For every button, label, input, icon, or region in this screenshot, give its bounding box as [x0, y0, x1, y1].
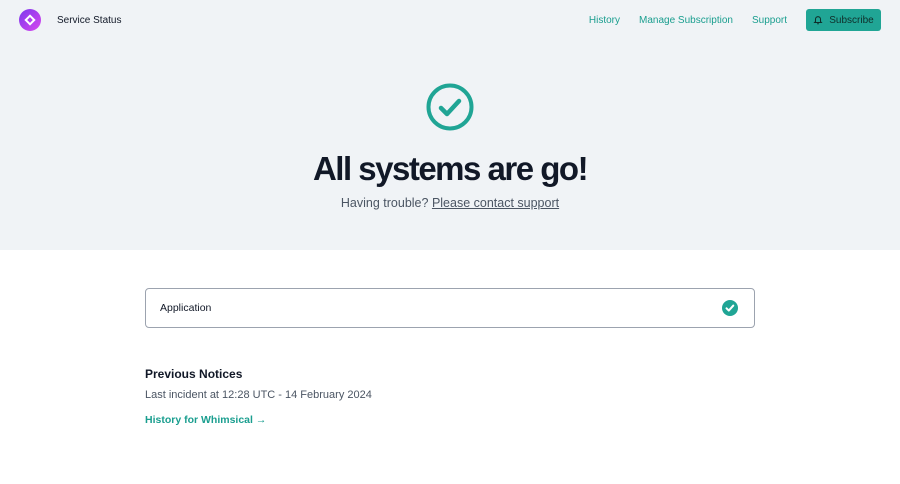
trouble-prefix: Having trouble?	[340, 196, 429, 210]
notices-title: Previous Notices	[145, 367, 243, 381]
check-circle-icon	[426, 83, 474, 131]
trouble-text: Having trouble? Please contact support	[0, 196, 900, 210]
top-nav: Service Status History Manage Subscripti…	[0, 0, 900, 40]
bell-icon	[813, 16, 823, 25]
nav-history[interactable]: History	[589, 15, 620, 26]
last-incident: Last incident at 12:28 UTC - 14 February…	[145, 389, 372, 401]
page-title: All systems are go!	[312, 150, 589, 187]
operational-check-icon	[722, 300, 738, 316]
nav-support[interactable]: Support	[752, 15, 787, 26]
previous-notices: Previous Notices Last incident at 12:28 …	[145, 367, 372, 428]
nav-manage-subscription[interactable]: Manage Subscription	[639, 15, 733, 26]
subscribe-button[interactable]: Subscribe	[806, 9, 881, 31]
contact-support-link[interactable]: Please contact support	[432, 196, 559, 210]
component-row: Application	[145, 288, 755, 328]
subscribe-label: Subscribe	[829, 14, 874, 26]
brand-name: Service Status	[57, 15, 122, 26]
hero: Service Status History Manage Subscripti…	[0, 0, 900, 250]
logo-icon[interactable]	[19, 9, 41, 31]
history-link[interactable]: History for Whimsical →	[145, 414, 266, 426]
component-name: Application	[160, 302, 212, 314]
